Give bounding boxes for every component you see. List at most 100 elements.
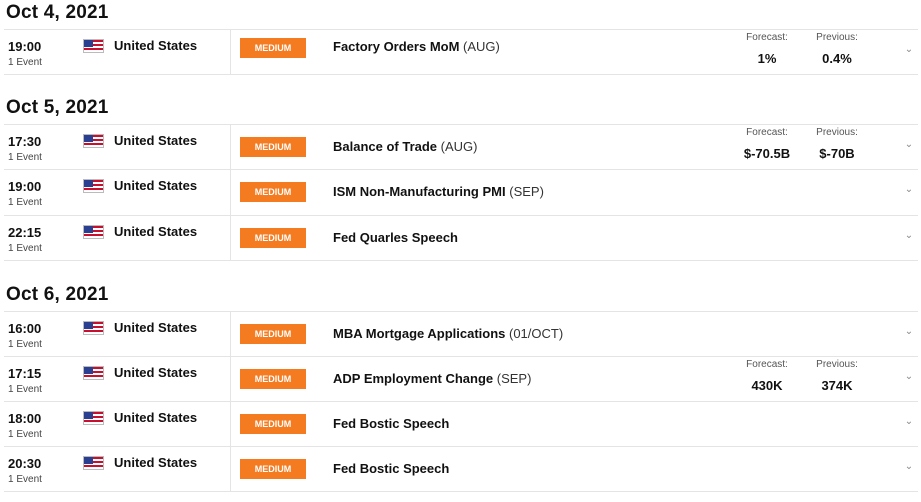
forecast-label: Forecast:: [746, 127, 788, 138]
event-row[interactable]: 18:00 1 Event United States MEDIUM Fed B…: [4, 401, 918, 446]
event-title: ISM Non-Manufacturing PMI (SEP): [333, 184, 544, 199]
event-row[interactable]: 17:30 1 Event United States MEDIUM Balan…: [4, 124, 918, 169]
forecast-label: Forecast:: [746, 359, 788, 370]
event-count: 1 Event: [8, 474, 42, 485]
event-name: ISM Non-Manufacturing PMI: [333, 184, 506, 199]
country-name: United States: [114, 365, 198, 380]
chevron-down-icon[interactable]: ⌄: [902, 461, 916, 475]
forecast-value: 430K: [751, 378, 783, 393]
previous-value: 0.4%: [822, 51, 852, 66]
column-divider: [230, 312, 231, 356]
chevron-down-icon[interactable]: ⌄: [902, 139, 916, 153]
event-name: Factory Orders MoM: [333, 39, 460, 54]
impact-badge: MEDIUM: [240, 137, 306, 157]
event-time: 19:00: [8, 39, 42, 54]
event-name: Fed Bostic Speech: [333, 416, 450, 431]
column-divider: [230, 216, 231, 260]
event-row[interactable]: 20:30 1 Event United States MEDIUM Fed B…: [4, 446, 918, 492]
country-name: United States: [114, 133, 198, 148]
impact-badge: MEDIUM: [240, 459, 306, 479]
event-time: 22:15: [8, 225, 42, 240]
impact-badge: MEDIUM: [240, 38, 306, 58]
us-flag-icon: [83, 179, 104, 193]
date-header: Oct 6, 2021: [6, 284, 109, 305]
impact-badge: MEDIUM: [240, 228, 306, 248]
event-count: 1 Event: [8, 243, 42, 254]
event-title: Factory Orders MoM (AUG): [333, 39, 500, 54]
event-count: 1 Event: [8, 152, 42, 163]
chevron-down-icon[interactable]: ⌄: [902, 371, 916, 385]
event-count: 1 Event: [8, 57, 42, 68]
date-header: Oct 4, 2021: [6, 2, 109, 23]
event-title: ADP Employment Change (SEP): [333, 371, 531, 386]
event-row[interactable]: 17:15 1 Event United States MEDIUM ADP E…: [4, 356, 918, 401]
event-title: Fed Bostic Speech: [333, 461, 449, 476]
us-flag-icon: [83, 225, 104, 239]
chevron-down-icon[interactable]: ⌄: [902, 44, 916, 58]
impact-badge: MEDIUM: [240, 324, 306, 344]
event-period: (SEP): [509, 184, 544, 199]
event-name: MBA Mortgage Applications: [333, 326, 506, 341]
column-divider: [230, 125, 231, 169]
us-flag-icon: [83, 134, 104, 148]
event-time: 16:00: [8, 321, 42, 336]
event-count: 1 Event: [8, 339, 42, 350]
us-flag-icon: [83, 366, 104, 380]
event-period: (AUG): [440, 139, 478, 154]
event-count: 1 Event: [8, 429, 42, 440]
event-name: Fed Bostic Speech: [333, 461, 450, 476]
us-flag-icon: [83, 456, 104, 470]
event-period: (01/OCT): [509, 326, 564, 341]
event-row[interactable]: 22:15 1 Event United States MEDIUM Fed Q…: [4, 215, 918, 261]
impact-badge: MEDIUM: [240, 182, 306, 202]
forecast-value: 1%: [757, 51, 777, 66]
column-divider: [230, 402, 231, 446]
event-time: 17:15: [8, 366, 42, 381]
previous-value: 374K: [821, 378, 853, 393]
event-name: ADP Employment Change: [333, 371, 494, 386]
country-name: United States: [114, 38, 198, 53]
event-title: Balance of Trade (AUG): [333, 139, 478, 154]
event-title: MBA Mortgage Applications (01/OCT): [333, 326, 563, 341]
event-time: 19:00: [8, 179, 42, 194]
us-flag-icon: [83, 411, 104, 425]
chevron-down-icon[interactable]: ⌄: [902, 416, 916, 430]
event-row[interactable]: 19:00 1 Event United States MEDIUM ISM N…: [4, 169, 918, 215]
country-name: United States: [114, 178, 198, 193]
previous-label: Previous:: [816, 127, 858, 138]
column-divider: [230, 357, 231, 401]
column-divider: [230, 447, 231, 491]
date-header: Oct 5, 2021: [6, 97, 109, 118]
chevron-down-icon[interactable]: ⌄: [902, 326, 916, 340]
us-flag-icon: [83, 39, 104, 53]
event-time: 17:30: [8, 134, 42, 149]
chevron-down-icon[interactable]: ⌄: [902, 230, 916, 244]
chevron-down-icon[interactable]: ⌄: [902, 184, 916, 198]
event-count: 1 Event: [8, 384, 42, 395]
event-title: Fed Quarles Speech: [333, 230, 458, 245]
previous-label: Previous:: [816, 32, 858, 43]
event-row[interactable]: 16:00 1 Event United States MEDIUM MBA M…: [4, 311, 918, 356]
forecast-value: $-70.5B: [743, 146, 791, 161]
us-flag-icon: [83, 321, 104, 335]
country-name: United States: [114, 224, 198, 239]
column-divider: [230, 30, 231, 74]
event-period: (SEP): [496, 371, 532, 386]
country-name: United States: [114, 320, 198, 335]
event-title: Fed Bostic Speech: [333, 416, 449, 431]
country-name: United States: [114, 455, 198, 470]
column-divider: [230, 170, 231, 215]
event-period: (AUG): [463, 39, 500, 54]
event-row[interactable]: 19:00 1 Event United States MEDIUM Facto…: [4, 29, 918, 75]
country-name: United States: [114, 410, 198, 425]
previous-label: Previous:: [816, 359, 858, 370]
event-name: Fed Quarles Speech: [333, 230, 458, 245]
event-time: 20:30: [8, 456, 42, 471]
impact-badge: MEDIUM: [240, 369, 306, 389]
event-count: 1 Event: [8, 197, 42, 208]
impact-badge: MEDIUM: [240, 414, 306, 434]
previous-value: $-70B: [819, 146, 855, 161]
event-time: 18:00: [8, 411, 42, 426]
event-name: Balance of Trade: [333, 139, 438, 154]
forecast-label: Forecast:: [746, 32, 788, 43]
